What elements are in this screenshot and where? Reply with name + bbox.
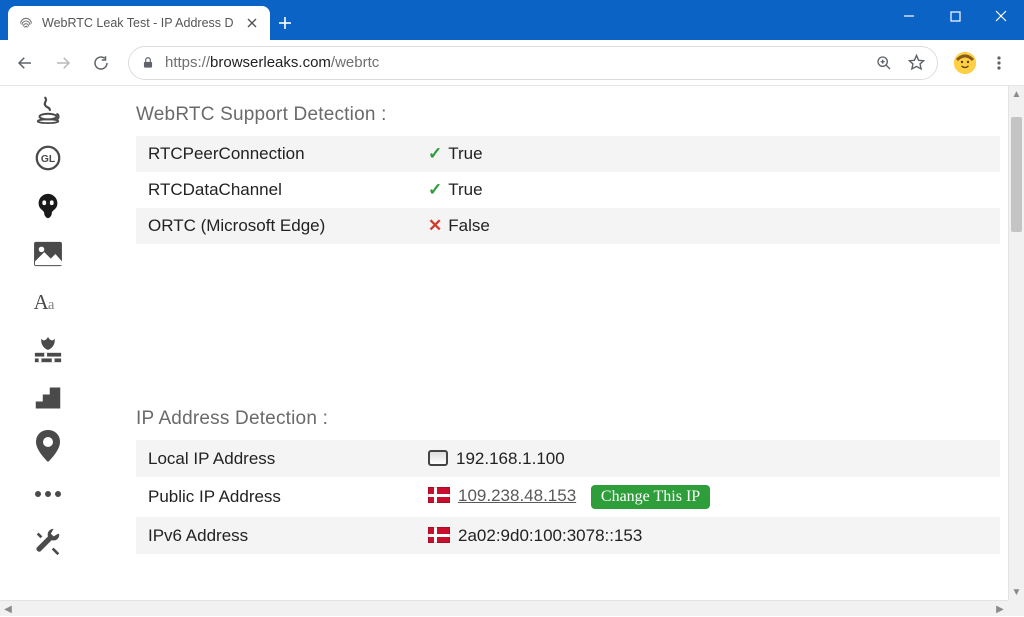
check-icon: ✓	[428, 144, 442, 163]
close-window-button[interactable]	[978, 0, 1024, 32]
scroll-up-icon[interactable]: ▲	[1009, 86, 1024, 102]
close-tab-icon[interactable]	[244, 15, 260, 31]
url-protocol: https://	[165, 54, 210, 71]
support-label: RTCPeerConnection	[136, 136, 416, 172]
titlebar: WebRTC Leak Test - IP Address D	[0, 0, 1024, 40]
svg-text:a: a	[48, 297, 55, 313]
minimize-button[interactable]	[886, 0, 932, 32]
menu-button[interactable]	[982, 46, 1016, 80]
site-sidebar: GL Aa	[16, 86, 80, 600]
scroll-thumb[interactable]	[1011, 117, 1022, 232]
address-bar[interactable]: https://browserleaks.com/webrtc	[128, 46, 938, 80]
check-icon: ✓	[428, 180, 442, 199]
svg-text:GL: GL	[41, 154, 55, 165]
ip-value: 109.238.48.153 Change This IP	[416, 477, 1000, 517]
back-button[interactable]	[8, 46, 42, 80]
lock-icon	[141, 56, 155, 70]
ip-value: 192.168.1.100	[416, 440, 1000, 477]
avatar-icon	[954, 52, 976, 74]
java-icon[interactable]	[28, 92, 68, 128]
table-row: RTCDataChannel ✓True	[136, 172, 1000, 208]
lan-icon	[428, 450, 448, 466]
url-host: browserleaks.com	[210, 54, 331, 71]
ip-value: 2a02:9d0:100:3078::153	[416, 517, 1000, 554]
scroll-track[interactable]	[1009, 102, 1024, 584]
support-value: ✓True	[416, 172, 1000, 208]
more-icon[interactable]	[28, 476, 68, 512]
vertical-scrollbar[interactable]: ▲ ▼	[1008, 86, 1024, 600]
section-title-support: WebRTC Support Detection :	[136, 104, 1000, 126]
table-row: ORTC (Microsoft Edge) ✕False	[136, 208, 1000, 244]
profile-avatar[interactable]	[948, 46, 982, 80]
image-icon[interactable]	[28, 236, 68, 272]
support-label: RTCDataChannel	[136, 172, 416, 208]
svg-text:A: A	[34, 291, 49, 314]
zoom-icon[interactable]	[876, 55, 892, 71]
table-row: Local IP Address 192.168.1.100	[136, 440, 1000, 477]
ip-label: IPv6 Address	[136, 517, 416, 554]
ip-label: Public IP Address	[136, 477, 416, 517]
window-controls	[886, 0, 1024, 32]
ip-table: Local IP Address 192.168.1.100 Public IP…	[136, 440, 1000, 554]
scroll-right-icon[interactable]: ▶	[992, 601, 1008, 617]
fonts-icon[interactable]: Aa	[28, 284, 68, 320]
table-row: RTCPeerConnection ✓True	[136, 136, 1000, 172]
tools-icon[interactable]	[28, 524, 68, 560]
browser-toolbar: https://browserleaks.com/webrtc	[0, 40, 1024, 86]
ip-label: Local IP Address	[136, 440, 416, 477]
change-ip-button[interactable]: Change This IP	[591, 485, 710, 509]
support-value: ✕False	[416, 208, 1000, 244]
webgl-icon[interactable]: GL	[28, 140, 68, 176]
reload-button[interactable]	[84, 46, 118, 80]
url-text: https://browserleaks.com/webrtc	[165, 54, 379, 71]
scroll-left-icon[interactable]: ◀	[0, 601, 16, 617]
flag-dk-icon	[428, 527, 450, 543]
tab-title: WebRTC Leak Test - IP Address D	[42, 16, 236, 30]
flag-dk-icon	[428, 487, 450, 503]
features-icon[interactable]	[28, 380, 68, 416]
new-tab-button[interactable]	[270, 6, 300, 40]
scroll-down-icon[interactable]: ▼	[1009, 584, 1024, 600]
star-icon[interactable]	[908, 54, 925, 71]
scroll-corner	[1008, 600, 1024, 616]
table-row: Public IP Address 109.238.48.153 Change …	[136, 477, 1000, 517]
public-ip-link[interactable]: 109.238.48.153	[458, 486, 576, 505]
cross-icon: ✕	[428, 216, 442, 235]
horizontal-scrollbar[interactable]: ◀ ▶	[0, 600, 1008, 616]
page-viewport: GL Aa WebRTC Support Detection :	[0, 86, 1024, 600]
support-value: ✓True	[416, 136, 1000, 172]
support-label: ORTC (Microsoft Edge)	[136, 208, 416, 244]
canvas-icon[interactable]	[28, 188, 68, 224]
url-path: /webrtc	[331, 54, 379, 71]
browser-tab[interactable]: WebRTC Leak Test - IP Address D	[8, 6, 270, 40]
fingerprint-icon	[18, 15, 34, 31]
geolocation-icon[interactable]	[28, 428, 68, 464]
forward-button[interactable]	[46, 46, 80, 80]
support-table: RTCPeerConnection ✓True RTCDataChannel ✓…	[136, 136, 1000, 244]
firewall-icon[interactable]	[28, 332, 68, 368]
maximize-button[interactable]	[932, 0, 978, 32]
table-row: IPv6 Address 2a02:9d0:100:3078::153	[136, 517, 1000, 554]
page-content: WebRTC Support Detection : RTCPeerConnec…	[80, 86, 1024, 600]
section-title-ip: IP Address Detection :	[136, 408, 1000, 430]
